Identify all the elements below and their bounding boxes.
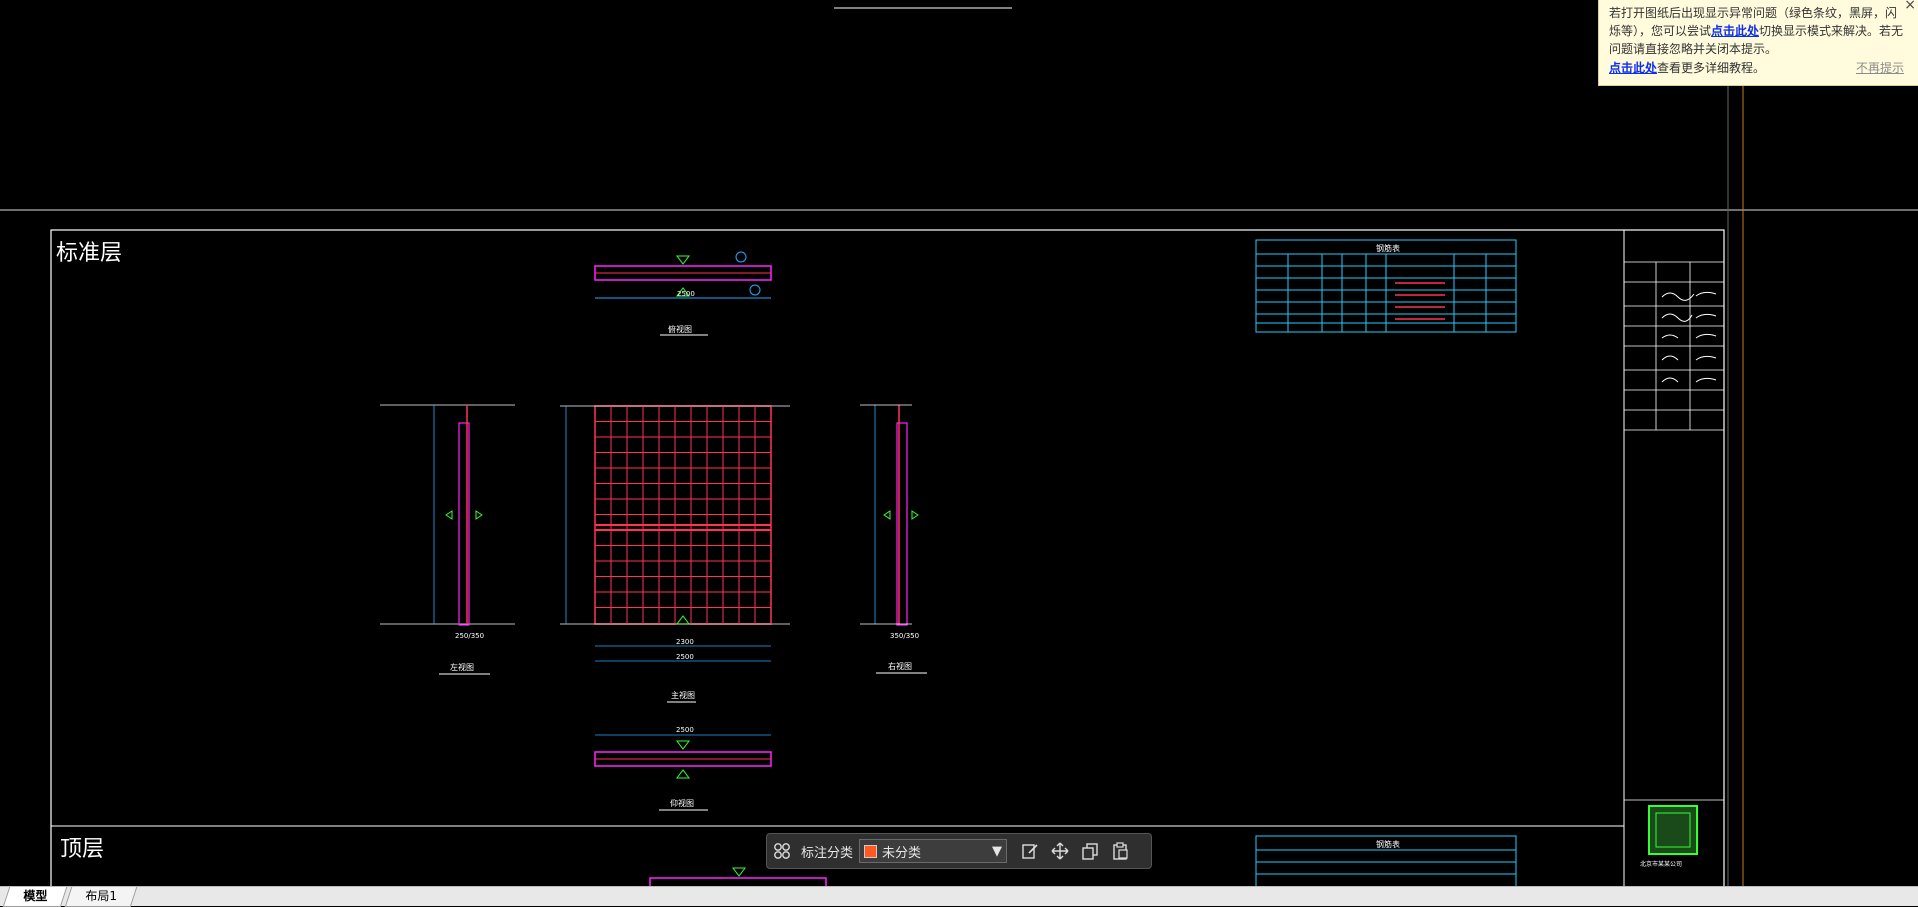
top-layer-view <box>649 867 827 886</box>
main-view-dim-inner: 2300 <box>676 638 694 646</box>
close-icon[interactable]: × <box>1904 0 1916 14</box>
tab-model[interactable]: 模型 <box>2 887 68 907</box>
copy-icon[interactable] <box>1075 836 1105 866</box>
display-issue-notice: × 若打开图纸后出现显示异常问题（绿色条纹，黑屏，闪烁等），您可以尝试点击此处切… <box>1598 0 1918 86</box>
rebar-table: 钢筋表 <box>1255 239 1517 333</box>
category-color-swatch <box>864 844 878 858</box>
rebar-table-top-layer: 钢筋表 <box>1255 835 1517 886</box>
main-view-dim-width: 2500 <box>676 653 694 661</box>
main-view-label: 主视图 <box>671 690 695 700</box>
rebar-table-title: 钢筋表 <box>1376 243 1400 253</box>
layout-tab-bar: 模型 布局1 <box>0 886 1918 907</box>
cad-canvas[interactable]: 标准层 顶层 2500 俯视图 250/350 左视图 2300 2500 主视… <box>0 0 1918 886</box>
tutorial-link[interactable]: 点击此处 <box>1609 61 1657 75</box>
tab-layout1-label: 布局1 <box>85 889 117 903</box>
annotation-category-label: 标注分类 <box>801 845 854 861</box>
switch-display-mode-link[interactable]: 点击此处 <box>1711 24 1759 38</box>
rebar-table-top-title: 钢筋表 <box>1376 839 1400 849</box>
bottom-view-dim: 2500 <box>676 726 694 734</box>
bottom-view-label: 仰视图 <box>670 798 694 808</box>
section-title-standard: 标准层 <box>56 241 122 266</box>
section-title-top: 顶层 <box>60 837 104 862</box>
tab-model-label: 模型 <box>23 889 48 903</box>
notice-footer: 点击此处查看更多详细教程。 <box>1609 59 1765 77</box>
annotation-category-select[interactable]: 未分类 ▼ <box>859 839 1008 863</box>
left-view-label: 左视图 <box>450 662 474 672</box>
left-view-dim: 250/350 <box>455 632 484 640</box>
bottom-view: 2500 仰视图 <box>594 726 772 811</box>
top-view-label: 俯视图 <box>668 324 692 334</box>
tab-layout1[interactable]: 布局1 <box>64 887 137 907</box>
cad-drawing: 标准层 顶层 2500 俯视图 250/350 左视图 2300 2500 主视… <box>0 0 1918 886</box>
drawing-frame <box>50 229 1725 886</box>
main-view: 2300 2500 主视图 <box>560 405 790 703</box>
right-view-label: 右视图 <box>888 661 912 671</box>
top-view-dim: 2500 <box>677 290 695 298</box>
top-view: 2500 俯视图 <box>594 251 772 336</box>
edit-icon[interactable] <box>1015 836 1045 866</box>
annotation-category-value: 未分类 <box>882 845 922 861</box>
right-view-dim: 350/350 <box>890 632 919 640</box>
chevron-down-icon: ▼ <box>992 843 1003 859</box>
notice-text-3: 查看更多详细教程。 <box>1657 61 1766 75</box>
grid-icon[interactable] <box>767 836 797 866</box>
title-block: 北京市某某公司 <box>1624 261 1724 868</box>
title-block-company: 北京市某某公司 <box>1640 860 1682 868</box>
move-icon[interactable] <box>1045 836 1075 866</box>
annotation-toolbar: 标注分类 未分类 ▼ <box>766 833 1152 869</box>
paste-icon[interactable] <box>1105 836 1135 866</box>
dont-show-again-link[interactable]: 不再提示 <box>1856 59 1904 77</box>
left-view: 250/350 左视图 <box>380 404 515 675</box>
right-view: 350/350 右视图 <box>860 404 927 674</box>
